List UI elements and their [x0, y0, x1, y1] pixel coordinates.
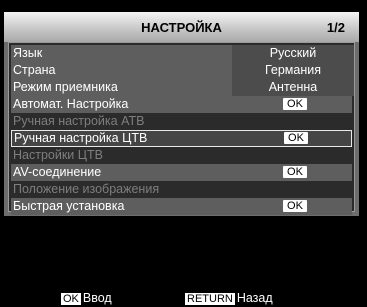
footer-enter-hint: OK Ввод: [61, 292, 112, 305]
country-value[interactable]: Германия: [232, 62, 354, 79]
menu-title: НАСТРОЙКА: [141, 20, 222, 35]
manual-dtv-ok-button[interactable]: OK: [284, 132, 308, 144]
return-key-icon: RETURN: [185, 293, 235, 305]
setting-label: Быстрая установка: [13, 199, 125, 213]
setting-label: Положение изображения: [13, 182, 160, 196]
setting-label: Язык: [13, 46, 43, 60]
setting-label: Режим приемника: [13, 80, 118, 94]
back-label: Назад: [236, 291, 273, 305]
ok-key-icon: OK: [61, 293, 81, 305]
setting-country[interactable]: Страна Германия: [11, 62, 354, 79]
setting-dtv-settings: Настройки ЦТВ: [11, 147, 352, 164]
settings-list: Язык Русский Страна Германия Режим прием…: [8, 42, 355, 215]
setting-label: Страна: [13, 63, 56, 77]
setting-label: Автомат. Настройка: [13, 97, 129, 111]
av-connection-ok-button[interactable]: OK: [283, 166, 307, 178]
settings-panel: НАСТРОЙКА 1/2 Язык Русский Страна Герман…: [4, 12, 359, 216]
enter-label: Ввод: [82, 291, 112, 305]
setting-av-connection[interactable]: AV-соединение OK: [11, 164, 352, 181]
setting-manual-atv: Ручная настройка АТВ: [11, 113, 352, 130]
menu-header: НАСТРОЙКА 1/2: [4, 12, 359, 42]
page-indicator: 1/2: [326, 20, 345, 35]
quick-setup-ok-button[interactable]: OK: [283, 200, 307, 212]
footer-back-hint: RETURN Назад: [185, 292, 273, 305]
setting-manual-dtv[interactable]: Ручная настройка ЦТВ OK: [11, 130, 352, 147]
setting-language[interactable]: Язык Русский: [11, 45, 354, 62]
setting-label: Ручная настройка АТВ: [13, 114, 145, 128]
language-value[interactable]: Русский: [232, 45, 354, 62]
setting-image-position: Положение изображения: [11, 181, 352, 198]
auto-tuning-ok-button[interactable]: OK: [283, 98, 307, 110]
setting-label: Ручная настройка ЦТВ: [14, 131, 148, 145]
setting-receiver-mode[interactable]: Режим приемника Антенна: [11, 79, 354, 96]
setting-auto-tuning[interactable]: Автомат. Настройка OK: [11, 96, 352, 113]
receiver-mode-value[interactable]: Антенна: [232, 79, 354, 96]
setting-quick-setup[interactable]: Быстрая установка OK: [11, 198, 352, 215]
setting-label: AV-соединение: [13, 165, 102, 179]
setting-label: Настройки ЦТВ: [13, 148, 103, 162]
